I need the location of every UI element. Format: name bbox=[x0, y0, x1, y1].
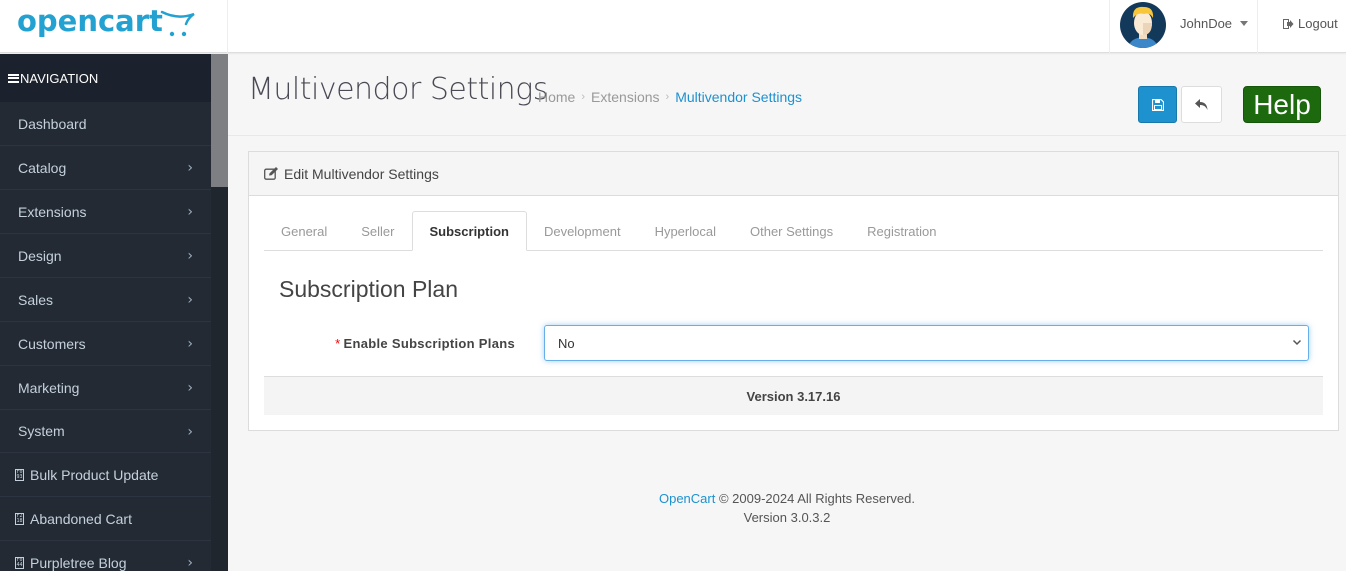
save-button[interactable] bbox=[1138, 86, 1177, 123]
sidebar-item-label: Bulk Product Update bbox=[30, 466, 159, 483]
panel-heading: Edit Multivendor Settings bbox=[249, 152, 1338, 196]
chevron-right-icon: › bbox=[187, 292, 193, 308]
sidebar-item-design[interactable]: Design › bbox=[0, 234, 211, 278]
tab-development[interactable]: Development bbox=[527, 211, 638, 251]
user-avatar-icon bbox=[1128, 6, 1158, 48]
username: JohnDoe bbox=[1180, 16, 1233, 31]
missing-glyph-icon: F0 93 bbox=[15, 468, 24, 481]
logo-text: opencart bbox=[17, 4, 163, 38]
logo[interactable]: opencart bbox=[0, 0, 228, 53]
sidebar: NAVIGATION Dashboard Catalog › Extensions › D… bbox=[0, 54, 211, 571]
panel-title: Edit Multivendor Settings bbox=[284, 165, 439, 182]
enable-subscription-select[interactable]: No bbox=[544, 325, 1309, 361]
breadcrumb: Home › Extensions › Multivendor Settings bbox=[538, 89, 802, 105]
sidebar-item-dashboard[interactable]: Dashboard bbox=[0, 102, 211, 146]
navigation-label: NAVIGATION bbox=[20, 70, 99, 86]
floppy-disk-icon bbox=[1151, 98, 1164, 111]
sidebar-item-label: Abandoned Cart bbox=[30, 510, 132, 527]
user-menu[interactable]: JohnDoe bbox=[1109, 0, 1258, 53]
chevron-right-icon: › bbox=[187, 248, 193, 264]
sidebar-item-label: Dashboard bbox=[18, 115, 87, 132]
sidebar-item-label: Customers bbox=[18, 335, 86, 352]
page-title: Multivendor Settings bbox=[248, 72, 548, 107]
tab-hyperlocal[interactable]: Hyperlocal bbox=[638, 211, 733, 251]
logout-label: Logout bbox=[1298, 16, 1338, 31]
edit-icon bbox=[264, 167, 278, 180]
help-button[interactable]: Help bbox=[1243, 86, 1321, 123]
footer-version: Version 3.0.3.2 bbox=[743, 510, 831, 525]
header-divider bbox=[228, 135, 1346, 136]
breadcrumb-separator-icon: › bbox=[665, 91, 670, 103]
plugin-version: Version 3.17.16 bbox=[264, 376, 1323, 415]
sidebar-item-abandoned-cart[interactable]: F2 18 Abandoned Cart bbox=[0, 497, 211, 541]
navigation-heading[interactable]: NAVIGATION bbox=[0, 54, 211, 102]
missing-glyph-icon: F2 18 bbox=[15, 512, 24, 525]
tab-other-settings[interactable]: Other Settings bbox=[733, 211, 850, 251]
sidebar-item-purpletree-blog[interactable]: F0 44 Purpletree Blog › bbox=[0, 541, 211, 571]
sidebar-scrollbar[interactable] bbox=[211, 54, 228, 571]
menu-icon bbox=[8, 73, 19, 83]
chevron-right-icon: › bbox=[187, 380, 193, 396]
opencart-link[interactable]: OpenCart bbox=[659, 491, 715, 506]
chevron-right-icon: › bbox=[187, 160, 193, 176]
breadcrumb-home[interactable]: Home bbox=[538, 89, 575, 105]
sidebar-item-catalog[interactable]: Catalog › bbox=[0, 146, 211, 190]
chevron-right-icon: › bbox=[187, 336, 193, 352]
nav-list: Dashboard Catalog › Extensions › Design › Sales… bbox=[0, 102, 211, 571]
tab-general[interactable]: General bbox=[264, 211, 344, 251]
back-button[interactable] bbox=[1181, 86, 1222, 123]
enable-subscription-label: * Enable Subscription Plans bbox=[279, 336, 515, 351]
cart-logo-icon bbox=[160, 10, 195, 37]
breadcrumb-separator-icon: › bbox=[581, 91, 586, 103]
sidebar-item-label: Marketing bbox=[18, 379, 80, 396]
breadcrumb-extensions[interactable]: Extensions bbox=[591, 89, 659, 105]
sidebar-item-label: Design bbox=[18, 247, 62, 264]
tab-seller[interactable]: Seller bbox=[344, 211, 411, 251]
settings-panel: Edit Multivendor Settings General Seller S… bbox=[248, 151, 1339, 431]
sidebar-item-extensions[interactable]: Extensions › bbox=[0, 190, 211, 234]
copyright-text: © 2009-2024 All Rights Reserved. bbox=[715, 491, 915, 506]
settings-tabs: General Seller Subscription Development Hype… bbox=[264, 211, 1323, 251]
footer-copyright-line: OpenCart © 2009-2024 All Rights Reserved… bbox=[228, 489, 1346, 508]
sidebar-item-marketing[interactable]: Marketing › bbox=[0, 366, 211, 410]
sign-out-icon bbox=[1283, 18, 1294, 29]
missing-glyph-icon: F0 44 bbox=[15, 556, 24, 569]
chevron-right-icon: › bbox=[187, 555, 193, 571]
chevron-down-icon bbox=[1292, 339, 1302, 346]
required-mark: * bbox=[335, 336, 341, 351]
sidebar-item-sales[interactable]: Sales › bbox=[0, 278, 211, 322]
select-value: No bbox=[558, 335, 575, 351]
sidebar-item-label: System bbox=[18, 423, 65, 439]
scrollbar-thumb[interactable] bbox=[211, 54, 228, 187]
chevron-right-icon: › bbox=[187, 204, 193, 220]
sidebar-item-system[interactable]: System › bbox=[0, 410, 211, 453]
sidebar-item-label: Catalog bbox=[18, 159, 67, 176]
tab-registration[interactable]: Registration bbox=[850, 211, 953, 251]
top-header: opencart JohnDoe Logout bbox=[0, 0, 1346, 53]
tab-subscription[interactable]: Subscription bbox=[411, 211, 527, 251]
avatar bbox=[1120, 2, 1166, 48]
footer: OpenCart © 2009-2024 All Rights Reserved… bbox=[228, 489, 1346, 527]
breadcrumb-current[interactable]: Multivendor Settings bbox=[675, 89, 802, 105]
field-label-text: Enable Subscription Plans bbox=[343, 336, 515, 351]
chevron-right-icon: › bbox=[187, 424, 193, 440]
sidebar-item-label: Sales bbox=[18, 291, 54, 308]
caret-down-icon bbox=[1240, 21, 1248, 26]
reply-icon bbox=[1195, 99, 1208, 110]
sidebar-item-bulk-product-update[interactable]: F0 93 Bulk Product Update bbox=[0, 453, 211, 497]
section-title: Subscription Plan bbox=[279, 276, 458, 302]
logout-link[interactable]: Logout bbox=[1283, 16, 1338, 31]
sidebar-item-label: Extensions bbox=[18, 203, 87, 220]
sidebar-item-label: Purpletree Blog bbox=[30, 554, 127, 571]
sidebar-item-customers[interactable]: Customers › bbox=[0, 322, 211, 366]
